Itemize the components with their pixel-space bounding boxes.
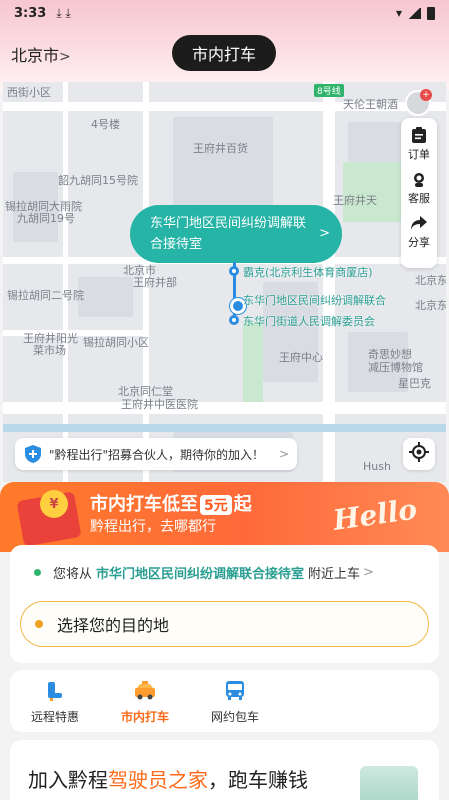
notification-badge: + bbox=[420, 89, 432, 101]
subway-line-badge: 8号线 bbox=[314, 84, 344, 97]
recruit-illustration bbox=[360, 766, 418, 800]
map-side-toolbar: 订单 客服 分享 bbox=[401, 118, 437, 268]
support-label: 客服 bbox=[408, 192, 430, 205]
tab-city-taxi[interactable]: 市内打车 bbox=[100, 670, 190, 732]
map-label: 王府井百货 bbox=[193, 142, 248, 155]
status-bar: 3:33 ⤓ ⤓ ▾ bbox=[0, 0, 449, 26]
banner-title-prefix: 市内打车低至 bbox=[90, 494, 198, 515]
chevron-right-icon: > bbox=[278, 447, 289, 461]
map-label: 北京东 bbox=[415, 299, 446, 312]
map-label: 王府中心 bbox=[279, 351, 323, 364]
download-icon: ⤓ ⤓ bbox=[56, 5, 71, 20]
map-label: 星巴克 bbox=[398, 377, 431, 390]
chevron-right-icon: > bbox=[363, 565, 374, 580]
map-pin[interactable] bbox=[229, 315, 239, 325]
driver-recruit-text: 加入黔程驾驶员之家，跑车赚钱 bbox=[28, 764, 308, 793]
map-label: 王府井天 bbox=[333, 194, 377, 207]
promo-banner[interactable]: ¥ 市内打车低至5元起 黔程出行，去哪都行 Hello 2024 bbox=[0, 482, 449, 552]
support-button[interactable]: 客服 bbox=[408, 170, 430, 206]
banner-title-suffix: 起 bbox=[233, 494, 252, 515]
map-label: 减压博物馆 bbox=[368, 361, 423, 374]
map-label: 天伦王朝酒 bbox=[343, 98, 398, 111]
top-header: 北京市> 市内打车 bbox=[0, 32, 449, 72]
recruit-highlight: 驾驶员之家 bbox=[108, 768, 208, 792]
wifi-icon: ▾ bbox=[395, 6, 402, 20]
coin-icon: ¥ bbox=[40, 490, 68, 518]
pin-label: 东华门街道人民调解委员会 bbox=[243, 315, 375, 328]
crosshair-icon bbox=[409, 442, 429, 466]
map-view[interactable]: 8号线 西街小区 4号楼 王府井百货 天伦王朝酒 王府井天 韶九胡同15号院 锡… bbox=[3, 82, 446, 482]
pickup-bubble[interactable]: 东华门地区民间纠纷调解联合接待室 > bbox=[130, 205, 342, 263]
page-title[interactable]: 市内打车 bbox=[172, 35, 276, 71]
pin-label: 东华门地区民间纠纷调解联合 bbox=[243, 294, 386, 307]
destination-input[interactable]: 选择您的目的地 bbox=[20, 601, 429, 647]
destination-placeholder: 选择您的目的地 bbox=[57, 616, 170, 635]
tab-label: 网约包车 bbox=[210, 710, 259, 724]
destination-dot bbox=[35, 620, 43, 628]
pickup-suffix: 附近上车 bbox=[308, 567, 361, 582]
headset-icon bbox=[410, 170, 428, 188]
map-label: Hush bbox=[363, 460, 391, 473]
bus-icon bbox=[223, 680, 247, 702]
chevron-right-icon: > bbox=[59, 49, 71, 65]
orders-button[interactable]: 订单 bbox=[408, 126, 430, 162]
pickup-row[interactable]: 您将从 市华门地区民间纠纷调解联合接待室 附近上车 > bbox=[34, 563, 374, 582]
map-label: 北京东 bbox=[415, 274, 446, 287]
city-name: 北京市 bbox=[11, 46, 60, 65]
map-label: 4号楼 bbox=[91, 118, 120, 131]
share-button[interactable]: 分享 bbox=[408, 214, 430, 250]
map-pin[interactable] bbox=[229, 266, 239, 276]
map-label: 王府井中医医院 bbox=[121, 398, 198, 411]
seat-icon bbox=[43, 680, 67, 702]
driver-recruit-card[interactable]: 加入黔程驾驶员之家，跑车赚钱 bbox=[10, 740, 439, 800]
banner-subtitle: 黔程出行，去哪都行 bbox=[90, 519, 216, 535]
banner-price: 5元 bbox=[200, 495, 232, 515]
pickup-place: 市华门地区民间纠纷调解联合接待室 bbox=[96, 567, 305, 582]
battery-icon bbox=[427, 6, 435, 20]
partner-recruit-bar[interactable]: "黔程出行"招募合伙人，期待你的加入！ > bbox=[15, 438, 297, 470]
hello-2024-logo: Hello 2024 bbox=[331, 488, 449, 552]
pickup-dot bbox=[34, 569, 41, 576]
avatar[interactable]: + bbox=[405, 89, 432, 116]
taxi-icon bbox=[133, 680, 157, 702]
tab-charter[interactable]: 网约包车 bbox=[190, 670, 280, 732]
service-tabs: 远程特惠 市内打车 网约包车 bbox=[10, 670, 439, 732]
map-label: 韶九胡同15号院 bbox=[58, 174, 138, 187]
share-label: 分享 bbox=[408, 236, 430, 249]
pin-label: 霸克(北京利生体育商厦店) bbox=[243, 266, 373, 279]
recruit-suffix: ，跑车赚钱 bbox=[208, 768, 308, 792]
orders-label: 订单 bbox=[408, 148, 430, 161]
map-label: 王府并部 bbox=[133, 276, 177, 289]
map-label: 菜市场 bbox=[33, 344, 66, 357]
tab-label: 市内打车 bbox=[120, 710, 169, 724]
recruit-prefix: 加入黔程 bbox=[28, 768, 108, 792]
shield-icon bbox=[23, 444, 43, 464]
locate-button[interactable] bbox=[403, 438, 435, 470]
partner-recruit-text: "黔程出行"招募合伙人，期待你的加入！ bbox=[49, 447, 265, 462]
tab-label: 远程特惠 bbox=[30, 710, 79, 724]
pickup-prefix: 您将从 bbox=[53, 567, 93, 582]
signal-icon bbox=[408, 7, 421, 19]
chevron-right-icon: > bbox=[319, 226, 330, 241]
share-icon bbox=[410, 214, 428, 232]
pickup-bubble-text: 东华门地区民间纠纷调解联合接待室 bbox=[150, 216, 307, 252]
trip-card: 您将从 市华门地区民间纠纷调解联合接待室 附近上车 > 选择您的目的地 bbox=[10, 545, 439, 663]
banner-title: 市内打车低至 5元起 bbox=[90, 490, 252, 516]
map-label: 西街小区 bbox=[7, 86, 51, 99]
clipboard-icon bbox=[410, 126, 428, 144]
status-time: 3:33 bbox=[14, 5, 47, 21]
map-label: 锡拉胡同二号院 bbox=[7, 289, 84, 302]
city-selector[interactable]: 北京市> bbox=[11, 42, 71, 66]
map-label: 锡拉胡同小区 bbox=[83, 336, 149, 349]
tab-long-distance[interactable]: 远程特惠 bbox=[10, 670, 100, 732]
hello-text: Hello bbox=[330, 492, 419, 537]
map-label: 九胡同19号 bbox=[17, 212, 75, 225]
